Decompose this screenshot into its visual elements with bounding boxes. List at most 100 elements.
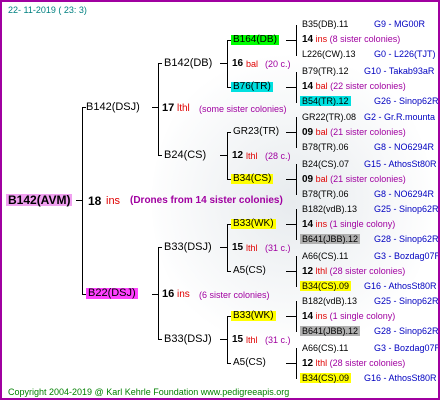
g4-code: G10 - Takab93aR <box>364 66 435 76</box>
g2-queen[interactable]: B33(DSJ) <box>164 334 212 345</box>
g4-label: bal <box>315 127 328 137</box>
g4-num: 12 <box>302 266 314 277</box>
g4-queen[interactable]: B78(TR).06 <box>302 189 349 199</box>
connector <box>220 247 227 248</box>
g4-code: G3 - Bozdag07R <box>374 251 440 261</box>
root-num: 18 <box>88 194 102 208</box>
g4-queen[interactable]: L226(CW).13 <box>302 49 356 59</box>
connector <box>227 316 228 363</box>
connector <box>227 224 228 271</box>
dam-queen[interactable]: B22(DSJ) <box>86 288 138 299</box>
connector <box>76 200 82 201</box>
g4-row: 14 ins (1 single colony) <box>302 220 395 230</box>
sire-queen[interactable]: B142(DSJ) <box>86 102 140 113</box>
g3-queen[interactable]: B33(WK) <box>231 219 276 229</box>
g4-note: (8 sister colonies) <box>329 34 401 44</box>
g4-code: G8 - NO6294R <box>374 142 435 152</box>
g3-queen[interactable]: A5(CS) <box>233 358 266 368</box>
g4-queen[interactable]: B34(CS).09 <box>300 373 352 383</box>
g4-label: bal <box>315 174 328 184</box>
g4-queen[interactable]: B24(CS).07 <box>302 159 349 169</box>
g3-queen[interactable]: B34(CS) <box>231 174 274 184</box>
g4-label: ins <box>315 219 328 229</box>
g4-code: G25 - Sinop62R <box>374 296 439 306</box>
g4-row: B641(JBB).12 <box>300 234 361 244</box>
connector <box>152 107 158 108</box>
connector <box>227 363 231 364</box>
connector <box>296 25 297 56</box>
connector <box>296 164 297 195</box>
g2-num: 15 <box>232 334 244 345</box>
g4-note: (28 sister colonies) <box>329 358 406 368</box>
connector <box>286 40 296 41</box>
g4-note: (1 single colony) <box>329 311 396 321</box>
g4-num: 09 <box>302 127 314 138</box>
g4-code: G15 - AthosSt80R <box>364 159 437 169</box>
connector <box>286 363 296 364</box>
g4-row: 09 bal (21 sister colonies) <box>302 128 406 138</box>
pedigree-frame: 22- 11-2019 ( 23: 3) B142(AVM) 18 ins (D… <box>0 0 440 400</box>
connector <box>286 316 296 317</box>
g4-num: 14 <box>302 34 314 45</box>
g4-queen[interactable]: B78(TR).06 <box>302 142 349 152</box>
g4-queen[interactable]: GR22(TR).08 <box>302 112 356 122</box>
g3-queen[interactable]: B164(DB) <box>231 35 279 45</box>
connector <box>227 40 228 87</box>
g4-label: bal <box>315 81 328 91</box>
g4-row: A66(CS).11 <box>302 344 348 353</box>
g4-queen[interactable]: B182(vdB).13 <box>302 296 357 306</box>
g4-queen[interactable]: B182(vdB).13 <box>302 204 357 214</box>
g4-queen[interactable]: B79(TR).12 <box>302 66 349 76</box>
g4-row: B78(TR).06 <box>302 190 349 199</box>
g3-queen[interactable]: A5(CS) <box>233 266 266 276</box>
g4-row: 12 lthl (28 sister colonies) <box>302 267 405 277</box>
g4-num: 09 <box>302 174 314 185</box>
g2-queen[interactable]: B33(DSJ) <box>164 242 212 253</box>
connector <box>158 339 162 340</box>
connector <box>158 247 159 339</box>
g2-queen[interactable]: B142(DB) <box>164 58 212 69</box>
connector <box>296 117 297 148</box>
connector <box>296 301 297 332</box>
g1-note: (some sister colonies) <box>199 104 287 114</box>
g4-code: G16 - AthosSt80R <box>364 281 437 291</box>
g2-label: lthl <box>246 151 258 161</box>
g4-row: B182(vdB).13 <box>302 297 357 306</box>
g1-num: 17 <box>162 102 175 114</box>
g4-code: G28 - Sinop62R <box>374 234 439 244</box>
g3-queen[interactable]: GR23(TR) <box>233 127 279 137</box>
root-label: ins <box>106 195 121 207</box>
g4-code: G3 - Bozdag07R <box>374 343 440 353</box>
g4-code: G28 - Sinop62R <box>374 326 439 336</box>
connector <box>296 72 297 103</box>
connector <box>158 63 159 155</box>
connector <box>158 247 162 248</box>
connector <box>286 271 296 272</box>
g2-note: (31 c.) <box>265 335 291 345</box>
g4-queen[interactable]: B34(CS).09 <box>300 281 352 291</box>
connector <box>152 294 158 295</box>
g4-queen[interactable]: B35(DB).11 <box>302 19 348 29</box>
g2-num: 12 <box>232 150 244 161</box>
connector <box>158 155 162 156</box>
g4-code: G25 - Sinop62R <box>374 204 439 214</box>
g3-queen[interactable]: B76(TR) <box>231 82 273 92</box>
g4-note: (1 single colony) <box>329 219 396 229</box>
g4-queen[interactable]: A66(CS).11 <box>302 251 348 261</box>
g4-queen[interactable]: B641(JBB).12 <box>300 234 361 244</box>
connector <box>296 209 297 240</box>
g4-queen[interactable]: B54(TR).12 <box>300 96 351 106</box>
g3-queen[interactable]: B33(WK) <box>231 311 276 321</box>
g4-row: 14 ins (1 single colony) <box>302 312 395 322</box>
connector <box>82 107 83 294</box>
connector <box>227 132 231 133</box>
connector <box>220 155 227 156</box>
g2-label: lthl <box>246 335 258 345</box>
root-queen[interactable]: B142(AVM) <box>6 194 73 206</box>
g4-num: 14 <box>302 219 314 230</box>
connector <box>220 63 227 64</box>
g4-queen[interactable]: B641(JBB).12 <box>300 326 361 336</box>
connector <box>158 63 162 64</box>
g4-queen[interactable]: A66(CS).11 <box>302 343 348 353</box>
g2-queen[interactable]: B24(CS) <box>164 150 206 161</box>
